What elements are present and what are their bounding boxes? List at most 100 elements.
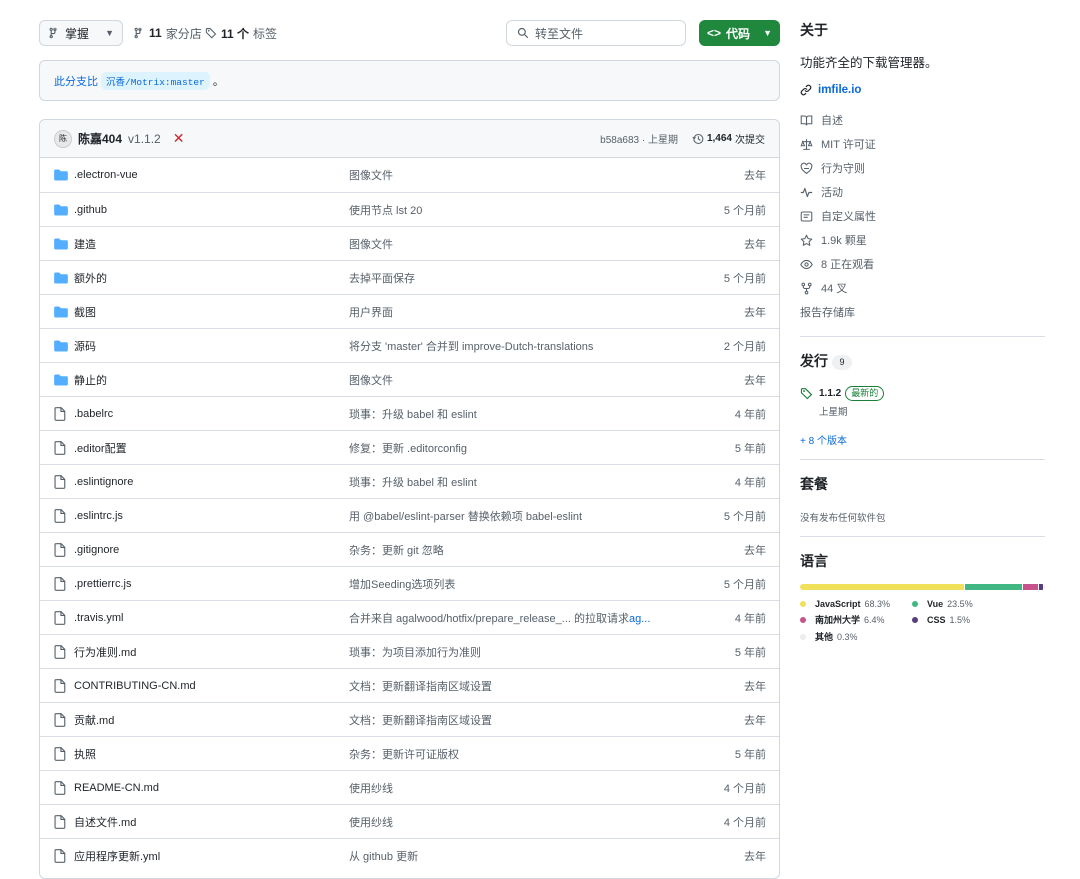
more-releases-link[interactable]: + 8 个版本 <box>800 432 1045 447</box>
failed-check-icon[interactable]: ✕ <box>173 130 185 147</box>
file-name-link[interactable]: .prettierrc.js <box>74 578 131 590</box>
file-name-link[interactable]: .travis.yml <box>74 612 124 624</box>
file-name-link[interactable]: 自述文件.md <box>74 814 136 830</box>
directory-name-link[interactable]: .electron-vue <box>74 169 138 181</box>
language-item[interactable]: 其他 0.3% <box>800 630 912 643</box>
commit-message-link[interactable]: 琐事：升级 babel 和 eslint <box>349 474 477 490</box>
directory-name-link[interactable]: .github <box>74 204 107 216</box>
upstream-ref[interactable]: 沉香/Motrix:master <box>101 71 210 90</box>
commit-message-link[interactable]: 图像文件 <box>349 372 393 388</box>
directory-row[interactable]: 额外的 去掉平面保存 5 个月前 <box>40 260 779 294</box>
commit-author[interactable]: 陈嘉404 <box>78 130 122 147</box>
compare-link[interactable]: 比 <box>87 73 98 89</box>
commit-message-link[interactable]: 琐事：为项目添加行为准则 <box>349 644 481 660</box>
language-item[interactable]: Vue 23.5% <box>912 599 1032 609</box>
branches-count: 11 <box>149 26 162 40</box>
directory-row[interactable]: .electron-vue 图像文件 去年 <box>40 158 779 192</box>
file-row[interactable]: 自述文件.md 使用纱线 4 个月前 <box>40 804 779 838</box>
commit-message-link[interactable]: 文档：更新翻译指南区域设置 <box>349 678 492 694</box>
license-link[interactable]: MIT 许可证 <box>800 132 1045 156</box>
commit-message-link[interactable]: 使用纱线 <box>349 780 393 796</box>
forks-link[interactable]: 44 叉 <box>800 276 1045 300</box>
language-item[interactable]: CSS 1.5% <box>912 613 1032 626</box>
commit-message-link[interactable]: 用户界面 <box>349 304 393 320</box>
code-button[interactable]: <> 代码 ▼ <box>699 20 780 46</box>
code-of-conduct-link[interactable]: 行为守则 <box>800 156 1045 180</box>
commit-message-link[interactable]: 修复：更新 .editorconfig <box>349 440 467 456</box>
readme-link[interactable]: 自述 <box>800 108 1045 132</box>
file-name-link[interactable]: .editor配置 <box>74 440 127 456</box>
file-row[interactable]: .eslintignore 琐事：升级 babel 和 eslint 4 年前 <box>40 464 779 498</box>
file-row[interactable]: CONTRIBUTING-CN.md 文档：更新翻译指南区域设置 去年 <box>40 668 779 702</box>
language-item[interactable]: 南加州大学 6.4% <box>800 613 912 626</box>
branches-link[interactable]: 11 家分店 <box>133 20 202 46</box>
file-row[interactable]: .editor配置 修复：更新 .editorconfig 5 年前 <box>40 430 779 464</box>
commit-message-link[interactable]: 杂务：更新 git 忽略 <box>349 542 444 558</box>
commit-message-link[interactable]: 使用节点 lst 20 <box>349 202 422 218</box>
tags-link[interactable]: 11 个 标签 <box>205 20 277 46</box>
commit-message-link[interactable]: 琐事：升级 babel 和 eslint <box>349 406 477 422</box>
commit-message-link[interactable]: 去掉平面保存 <box>349 270 415 286</box>
file-name-link[interactable]: .gitignore <box>74 544 119 556</box>
avatar[interactable]: 陈 <box>54 129 72 148</box>
file-name-link[interactable]: 应用程序更新.yml <box>74 848 160 864</box>
pull-request-link[interactable]: ag... <box>629 613 650 625</box>
directory-name-link[interactable]: 建造 <box>74 236 96 252</box>
commit-message-link[interactable]: 用 @babel/eslint-parser 替换依赖项 babel-eslin… <box>349 508 582 524</box>
website-link[interactable]: imfile.io <box>800 84 1045 96</box>
stars-link[interactable]: 1.9k 颗星 <box>800 228 1045 252</box>
file-row[interactable]: .babelrc 琐事：升级 babel 和 eslint 4 年前 <box>40 396 779 430</box>
commit-message-link[interactable]: 从 github 更新 <box>349 848 418 864</box>
file-row[interactable]: .eslintrc.js 用 @babel/eslint-parser 替换依赖项… <box>40 498 779 532</box>
directory-name-link[interactable]: 源码 <box>74 338 96 354</box>
commit-message-text: 从 github 更新 <box>349 850 419 863</box>
file-name-link[interactable]: .eslintignore <box>74 476 133 488</box>
directory-name-link[interactable]: 截图 <box>74 304 96 320</box>
directory-name-link[interactable]: 静止的 <box>74 372 107 388</box>
commit-message-link[interactable]: 合并来自 agalwood/hotfix/prepare_release_...… <box>349 610 650 626</box>
file-name-link[interactable]: 行为准则.md <box>74 644 136 660</box>
activity-link[interactable]: 活动 <box>800 180 1045 204</box>
directory-row[interactable]: 源码 将分支 'master' 合并到 improve-Dutch-transla… <box>40 328 779 362</box>
file-name-link[interactable]: CONTRIBUTING-CN.md <box>74 680 196 692</box>
commit-message-link[interactable]: 杂务：更新许可证版权 <box>349 746 459 762</box>
directory-row[interactable]: 截图 用户界面 去年 <box>40 294 779 328</box>
directory-row[interactable]: 静止的 图像文件 去年 <box>40 362 779 396</box>
directory-row[interactable]: .github 使用节点 lst 20 5 个月前 <box>40 192 779 226</box>
language-item[interactable]: JavaScript 68.3% <box>800 599 912 609</box>
file-name-link[interactable]: .babelrc <box>74 408 113 420</box>
commit-message-link[interactable]: 增加Seeding选项列表 <box>349 576 455 592</box>
go-to-file-input[interactable]: 转至文件 <box>506 20 686 46</box>
language-percent: 68.3% <box>864 599 891 609</box>
file-row[interactable]: 执照 杂务：更新许可证版权 5 年前 <box>40 736 779 770</box>
file-name-link[interactable]: README-CN.md <box>74 782 159 794</box>
commit-message-link[interactable]: 图像文件 <box>349 167 393 183</box>
branch-selector-button[interactable]: 掌握 ▼ <box>39 20 123 46</box>
commit-message-link[interactable]: 图像文件 <box>349 236 393 252</box>
file-name-link[interactable]: 贡献.md <box>74 712 114 728</box>
commit-message[interactable]: v1.1.2 <box>128 132 161 146</box>
file-row[interactable]: .travis.yml 合并来自 agalwood/hotfix/prepare_… <box>40 600 779 634</box>
commit-message-link[interactable]: 文档：更新翻译指南区域设置 <box>349 712 492 728</box>
commit-message-link[interactable]: 将分支 'master' 合并到 improve-Dutch-translati… <box>349 338 593 354</box>
file-name-link[interactable]: .eslintrc.js <box>74 510 123 522</box>
custom-properties-link[interactable]: 自定义属性 <box>800 204 1045 228</box>
commit-history-link[interactable]: 1,464 次提交 <box>692 131 765 146</box>
report-repository-link[interactable]: 报告存储库 <box>800 300 1045 324</box>
file-row[interactable]: 贡献.md 文档：更新翻译指南区域设置 去年 <box>40 702 779 736</box>
file-name-link[interactable]: 执照 <box>74 746 96 762</box>
watchers-link[interactable]: 8 正在观看 <box>800 252 1045 276</box>
file-row[interactable]: README-CN.md 使用纱线 4 个月前 <box>40 770 779 804</box>
file-row[interactable]: .prettierrc.js 增加Seeding选项列表 5 个月前 <box>40 566 779 600</box>
releases-heading[interactable]: 发行 9 <box>800 351 1045 371</box>
file-row[interactable]: 应用程序更新.yml 从 github 更新 去年 <box>40 838 779 872</box>
file-row[interactable]: .gitignore 杂务：更新 git 忽略 去年 <box>40 532 779 566</box>
commit-hash-time[interactable]: b58a683 · 上星期 <box>600 131 678 146</box>
packages-heading[interactable]: 套餐 <box>800 474 1045 494</box>
commit-message-link[interactable]: 使用纱线 <box>349 814 393 830</box>
file-row[interactable]: 行为准则.md 琐事：为项目添加行为准则 5 年前 <box>40 634 779 668</box>
language-name: Vue <box>927 599 944 609</box>
directory-name-link[interactable]: 额外的 <box>74 270 107 286</box>
directory-row[interactable]: 建造 图像文件 去年 <box>40 226 779 260</box>
latest-release[interactable]: 1.1.2 最新的 上星期 <box>800 385 1045 418</box>
